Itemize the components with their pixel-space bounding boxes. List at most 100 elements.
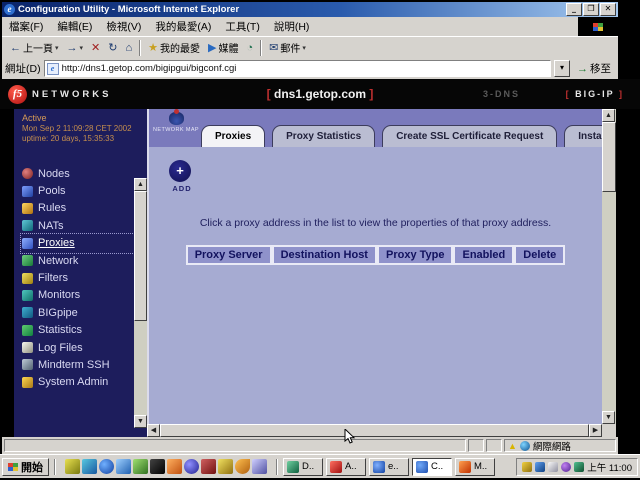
scroll-down-icon[interactable]: ▼ — [134, 415, 147, 428]
column-proxy-server: Proxy Server — [186, 245, 272, 265]
favorites-button[interactable]: ★ 我的最愛 — [144, 39, 204, 56]
sidebar-item-network[interactable]: Network — [22, 252, 147, 269]
task-buttons: D.. A.. e.. C.. M.. — [283, 458, 514, 476]
taskbar: 開始 D.. A.. e.. C.. M.. — [0, 454, 640, 478]
refresh-button[interactable]: ↻ — [104, 41, 121, 55]
forward-dropdown-icon[interactable]: ▾ — [80, 44, 84, 52]
sidebar-item-mindterm-ssh[interactable]: Mindterm SSH — [22, 356, 147, 373]
scroll-up-icon[interactable]: ▲ — [602, 109, 615, 122]
sidebar-item-pools[interactable]: Pools — [22, 182, 147, 199]
sidebar-item-system-admin[interactable]: System Admin — [22, 374, 147, 391]
status-panel — [486, 439, 502, 452]
mail-dropdown-icon[interactable]: ▾ — [302, 44, 306, 52]
minimize-button[interactable]: _ — [566, 3, 582, 16]
app-icon — [330, 461, 342, 473]
quick-launch-icon[interactable] — [252, 459, 267, 474]
menu-help[interactable]: 說明(H) — [267, 19, 317, 34]
quick-launch-icon[interactable] — [133, 459, 148, 474]
media-button[interactable]: ▶ 媒體 — [204, 39, 242, 56]
quick-launch-icon[interactable] — [201, 459, 216, 474]
tray-icon[interactable] — [548, 462, 558, 472]
scroll-down-icon[interactable]: ▼ — [602, 411, 615, 424]
quick-launch-icon[interactable] — [150, 459, 165, 474]
content-horizontal-scrollbar[interactable]: ◀ ▶ — [147, 424, 602, 437]
go-button[interactable]: → 移至 — [573, 60, 615, 77]
system-admin-icon — [22, 377, 33, 388]
add-proxy-button[interactable]: + ADD — [169, 160, 195, 193]
history-icon: ◔ — [246, 42, 253, 54]
sidebar-item-statistics[interactable]: Statistics — [22, 322, 147, 339]
tray-icon[interactable] — [561, 462, 571, 472]
history-button[interactable]: ◔ — [242, 41, 257, 55]
tab-create-ssl-certificate-request[interactable]: Create SSL Certificate Request — [382, 125, 557, 147]
task-button-2[interactable]: A.. — [326, 458, 366, 476]
sidebar-nav: Nodes Pools Rules NATs Proxies Network F… — [22, 165, 147, 391]
quick-launch-icon[interactable] — [235, 459, 250, 474]
scroll-right-icon[interactable]: ▶ — [589, 424, 602, 437]
home-button[interactable]: ⌂ — [121, 41, 136, 55]
stop-icon: ✕ — [91, 42, 100, 54]
scrollbar-thumb[interactable] — [160, 424, 589, 437]
sidebar-item-bigpipe[interactable]: BIGpipe — [22, 304, 147, 321]
task-button-4-active[interactable]: C.. — [412, 458, 452, 476]
menu-edit[interactable]: 編輯(E) — [50, 19, 99, 34]
scroll-up-icon[interactable]: ▲ — [134, 178, 147, 191]
tray-icon[interactable] — [522, 462, 532, 472]
task-button-1[interactable]: D.. — [283, 458, 323, 476]
forward-button[interactable]: → ▾ — [63, 41, 88, 55]
window-titlebar[interactable]: e Configuration Utility - Microsoft Inte… — [2, 2, 618, 17]
sidebar-scrollbar[interactable]: ▲ ▼ — [134, 178, 147, 428]
start-button[interactable]: 開始 — [2, 458, 49, 476]
sidebar-item-nodes[interactable]: Nodes — [22, 165, 147, 182]
product-bigip: [ BIG-IP ] — [566, 89, 624, 99]
stop-button[interactable]: ✕ — [87, 41, 104, 55]
back-dropdown-icon[interactable]: ▾ — [55, 44, 59, 52]
scrollbar-thumb[interactable] — [134, 191, 147, 321]
add-icon: + — [169, 160, 191, 182]
ie-throbber — [578, 17, 618, 36]
sidebar-item-nats[interactable]: NATs — [22, 217, 147, 234]
menu-bar: 檔案(F) 編輯(E) 檢視(V) 我的最愛(A) 工具(T) 說明(H) — [2, 17, 618, 36]
tab-proxy-statistics[interactable]: Proxy Statistics — [272, 125, 375, 147]
tab-install-ssl-certificate[interactable]: Install SSL Certificate — [564, 125, 602, 147]
status-bar: ▲ 網際網路 — [2, 437, 618, 454]
restore-button[interactable]: ❐ — [583, 3, 599, 16]
sidebar-item-proxies[interactable]: Proxies — [22, 235, 147, 252]
quick-launch-icon[interactable] — [184, 459, 199, 474]
quick-launch-icon[interactable] — [218, 459, 233, 474]
back-button[interactable]: ← 上一頁 ▾ — [6, 39, 63, 56]
sidebar-item-filters[interactable]: Filters — [22, 269, 147, 286]
monitors-icon — [22, 290, 33, 301]
address-input[interactable] — [62, 62, 548, 75]
content-vertical-scrollbar[interactable]: ▲ ▼ — [602, 109, 616, 424]
menu-favorites[interactable]: 我的最愛(A) — [148, 19, 218, 34]
address-dropdown-button[interactable]: ▾ — [554, 60, 570, 77]
mail-button[interactable]: ✉ 郵件 ▾ — [265, 39, 310, 56]
quick-launch-icon[interactable] — [65, 459, 80, 474]
address-bar: 網址(D) e ▾ → 移至 — [2, 58, 618, 79]
task-button-3[interactable]: e.. — [369, 458, 409, 476]
quick-launch-icon[interactable] — [82, 459, 97, 474]
sidebar-item-log-files[interactable]: Log Files — [22, 339, 147, 356]
internet-zone-icon — [520, 441, 530, 451]
tray-icon[interactable] — [535, 462, 545, 472]
menu-file[interactable]: 檔案(F) — [2, 19, 50, 34]
menu-view[interactable]: 檢視(V) — [99, 19, 148, 34]
task-button-5[interactable]: M.. — [455, 458, 495, 476]
sidebar-item-monitors[interactable]: Monitors — [22, 287, 147, 304]
nodes-icon — [22, 168, 33, 179]
mindterm-ssh-icon — [22, 359, 33, 370]
tab-proxies[interactable]: Proxies — [201, 125, 265, 147]
scrollbar-thumb[interactable] — [602, 122, 616, 192]
quick-launch-icon[interactable] — [99, 459, 114, 474]
desktop: e Configuration Utility - Microsoft Inte… — [0, 0, 640, 480]
quick-launch-icon[interactable] — [116, 459, 131, 474]
tray-icon[interactable] — [574, 462, 584, 472]
menu-tools[interactable]: 工具(T) — [218, 19, 266, 34]
network-map-button[interactable]: NETWORK MAP — [153, 112, 199, 133]
sidebar-item-rules[interactable]: Rules — [22, 200, 147, 217]
quick-launch-icon[interactable] — [167, 459, 182, 474]
scroll-left-icon[interactable]: ◀ — [147, 424, 160, 437]
close-button[interactable]: ✕ — [600, 3, 616, 16]
column-enabled: Enabled — [453, 245, 514, 265]
